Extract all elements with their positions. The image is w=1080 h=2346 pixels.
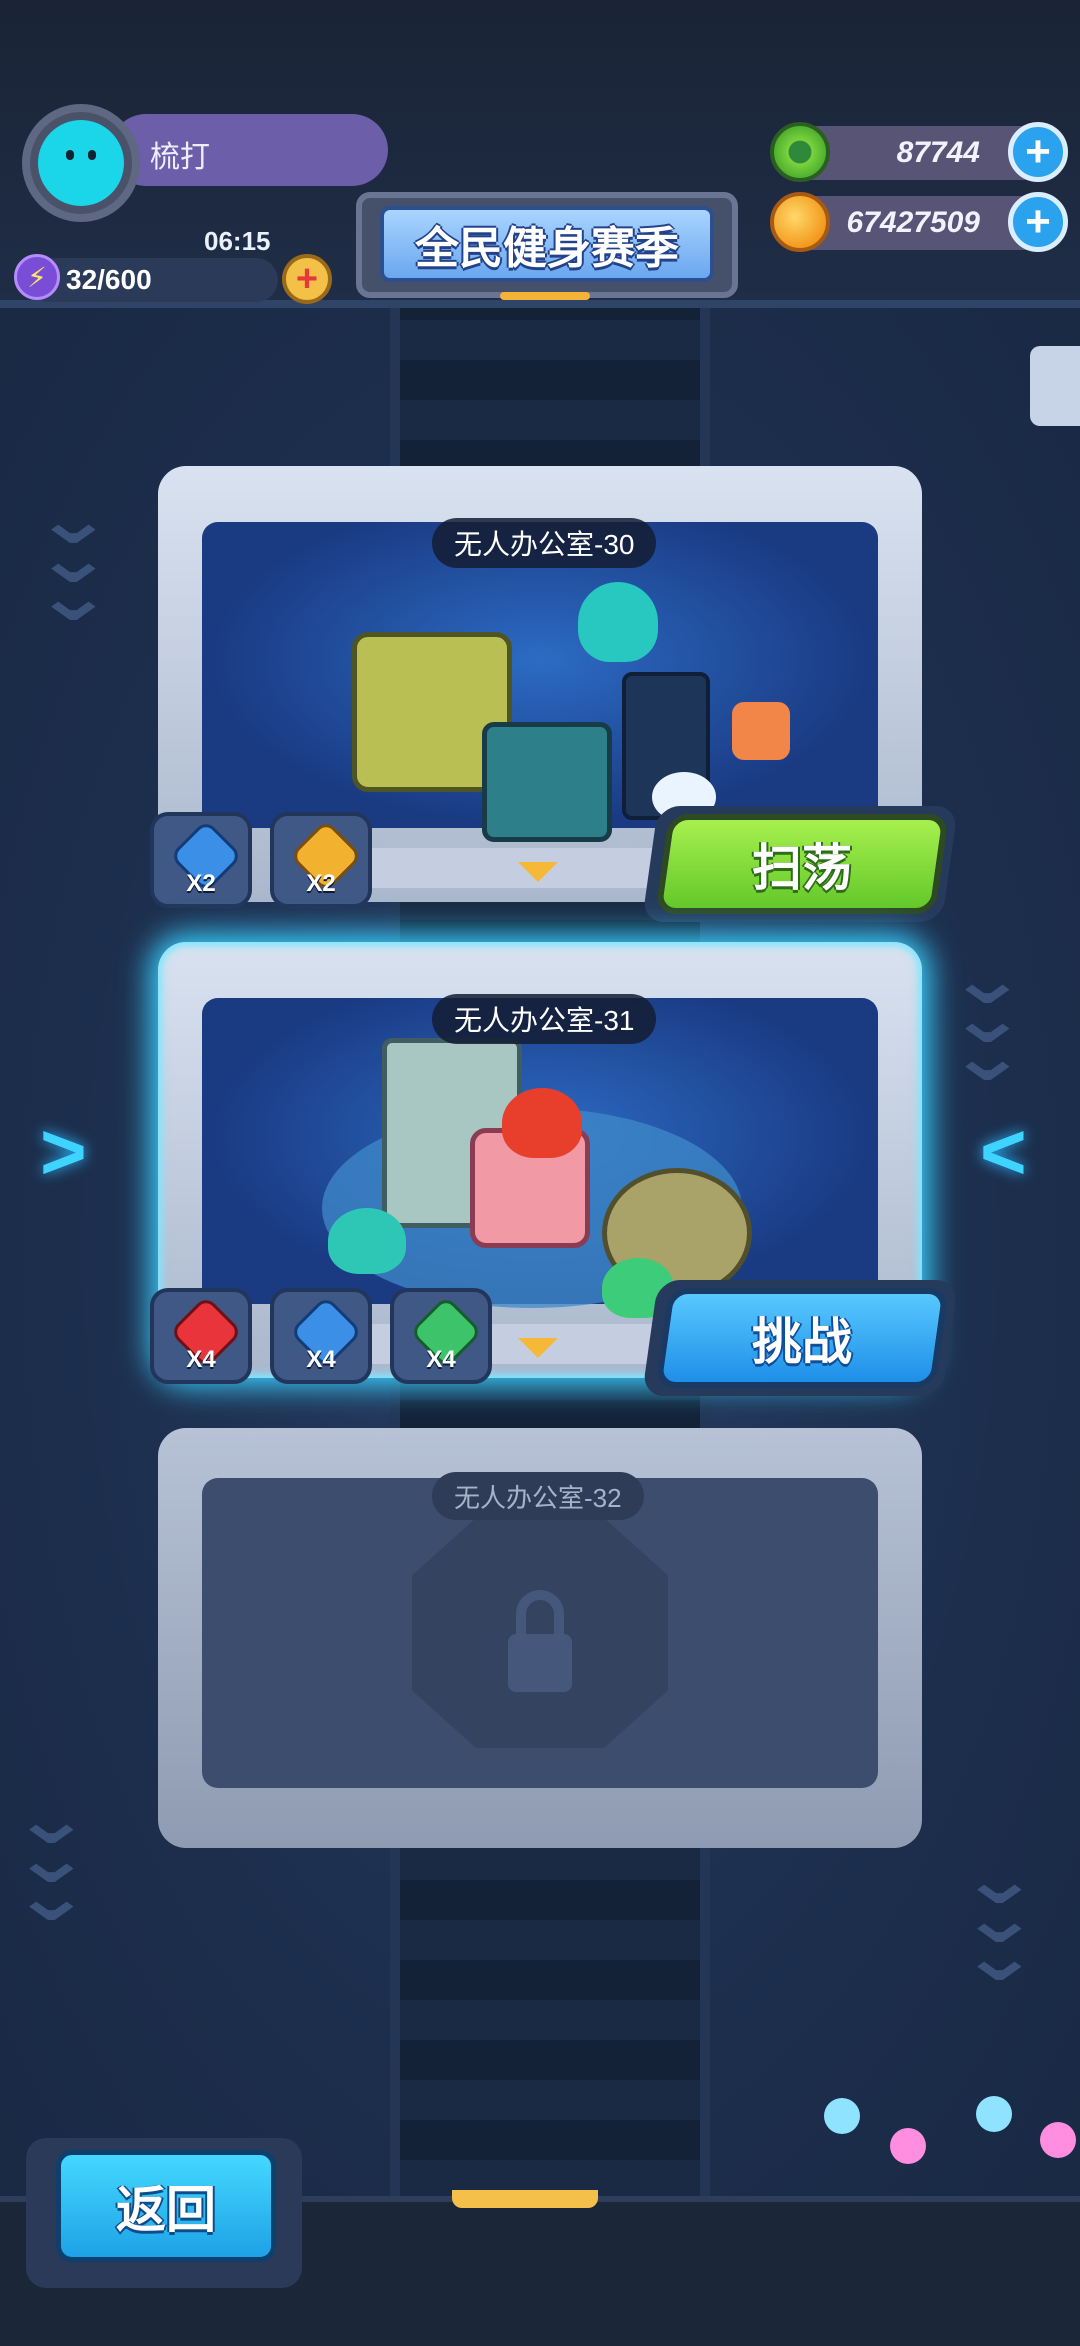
sweep-button-label: 扫荡 [752,840,852,896]
challenge-button-label: 挑战 [752,1314,852,1370]
challenge-button[interactable]: 挑战 [654,1288,950,1388]
add-energy-button[interactable]: + [282,254,332,304]
reward-slot: X4 [390,1288,492,1384]
lightning-icon: ⚡ [14,254,60,300]
chevron-down-icon: ⌄ ⌄ ⌄ [10,1780,93,1935]
reward-slot: X4 [150,1288,252,1384]
teal-slime-character [328,1208,406,1274]
avatar-eye [88,150,96,160]
stage-name-tag: 无人办公室-30 [432,518,657,568]
avatar[interactable] [38,120,124,206]
season-title-button[interactable]: 全民健身赛季 [380,206,714,282]
gold-planet-coin-icon [770,192,830,252]
string-light [976,2096,1012,2132]
floor-lamp [452,2190,598,2208]
reward-count: X4 [186,1346,216,1373]
add-gems-button[interactable]: + [1008,122,1068,182]
slime-character [578,582,658,662]
gem-count: 87744 [896,136,980,169]
string-light [1040,2122,1076,2158]
stage-name-tag: 无人办公室-31 [432,994,657,1044]
chevron-right-icon: > [40,1107,87,1196]
reward-count: X2 [186,870,216,897]
red-slime-character [502,1088,582,1158]
reward-count: X2 [306,870,336,897]
reward-count: X4 [306,1346,336,1373]
chevron-left-icon: < [980,1107,1027,1196]
tv-prop [482,722,612,842]
string-light [824,2098,860,2134]
locked-preview [202,1478,878,1788]
lock-icon [508,1634,572,1692]
chevron-down-icon: ⌄ ⌄ ⌄ [946,940,1029,1095]
chevron-down-icon: ⌄ ⌄ ⌄ [958,1840,1041,1995]
chevron-down-icon: ⌄ ⌄ ⌄ [32,480,115,635]
reward-slot: X4 [270,1288,372,1384]
player-name: 梳打 [150,141,210,174]
energy-count: 32/600 [66,264,152,295]
back-button[interactable]: 返回 [56,2150,276,2262]
string-light [890,2128,926,2164]
add-coins-button[interactable]: + [1008,192,1068,252]
stage-card-32-locked: 无人办公室-32 [158,1428,922,1848]
reward-slot: X2 [270,812,372,908]
reward-slot: X2 [150,812,252,908]
season-indicator [500,292,590,300]
reward-count: X4 [426,1346,456,1373]
side-clip-icon[interactable] [1030,346,1080,426]
sweep-button[interactable]: 扫荡 [654,814,950,914]
radio-prop [732,702,790,760]
coin-count: 67427509 [846,206,980,239]
energy-timer: 06:15 [204,226,271,256]
green-gem-coin-icon [770,122,830,182]
stage-name-tag: 无人办公室-32 [432,1472,644,1520]
avatar-eye [66,150,74,160]
